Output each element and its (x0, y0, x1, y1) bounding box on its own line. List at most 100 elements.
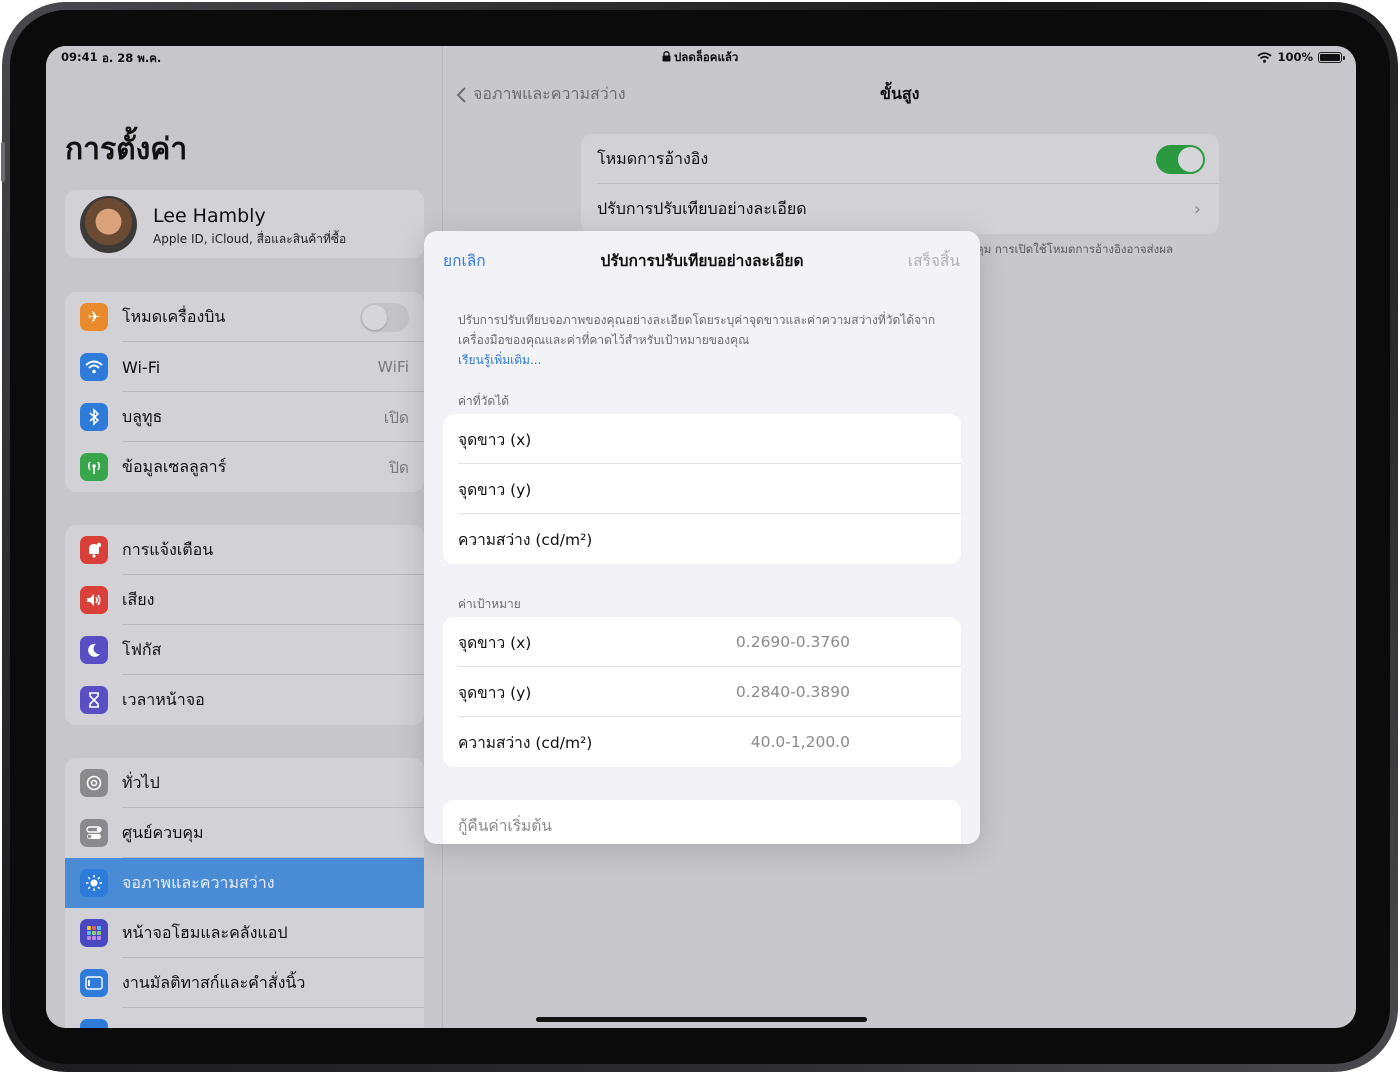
sidebar-item-sounds[interactable]: เสียง (65, 575, 424, 625)
footnote: คุม การเปิดใช้โหมดการอ้างอิงอาจส่งผล (976, 242, 1174, 256)
wifi-value: WiFi (377, 358, 409, 376)
chevron-right-icon: › (1193, 198, 1201, 220)
lock-text: ปลดล็อคแล้ว (674, 50, 739, 64)
wifi-icon (80, 353, 108, 381)
avatar (80, 196, 137, 253)
field-label: จุดขาว (x) (458, 633, 532, 652)
screen: การตั้งค่า Lee Hambly Apple ID, iCloud, … (46, 46, 1356, 1028)
fine-tune-label: ปรับการปรับเทียบอย่างละเอียด (597, 198, 807, 218)
wifi-status-icon (1257, 51, 1273, 63)
general-group: ทั่วไป ศูนย์ควบคุม จอภาพและความสว่าง หน้… (65, 758, 424, 1028)
sidebar-item-notifications[interactable]: การแจ้งเตือน (65, 525, 424, 575)
reference-mode-toggle[interactable] (1156, 144, 1205, 174)
reference-mode-label: โหมดการอ้างอิง (597, 148, 709, 168)
reset-defaults-button[interactable]: กู้คืนค่าเริ่มต้น (443, 800, 961, 844)
sidebar-item-display-brightness[interactable]: จอภาพและความสว่าง (65, 858, 424, 908)
cellular-value: ปิด (389, 458, 409, 477)
hourglass-icon (80, 686, 108, 714)
cancel-button[interactable]: ยกเลิก (443, 248, 486, 273)
field-label: จุดขาว (y) (458, 683, 532, 702)
fine-tune-calibration-row[interactable]: ปรับการปรับเทียบอย่างละเอียด › (581, 184, 1219, 234)
settings-sidebar: การตั้งค่า Lee Hambly Apple ID, iCloud, … (46, 46, 443, 1028)
sidebar-item-label: ข้อมูลเซลลูลาร์ (122, 456, 227, 476)
reference-mode-row: โหมดการอ้างอิง (581, 134, 1219, 184)
airplane-mode-toggle[interactable] (360, 302, 409, 332)
notifications-group: การแจ้งเตือน เสียง โฟกัส เวลาหน้าจอ (65, 525, 424, 725)
advanced-settings-group: โหมดการอ้างอิง ปรับการปรับเทียบอย่างละเอ… (581, 134, 1219, 234)
switches-icon (80, 819, 108, 847)
page-title: ขั้นสูง (880, 84, 920, 103)
sidebar-item-label: บลูทูธ (122, 406, 163, 426)
sidebar-item-airplane-mode[interactable]: ✈ โหมดเครื่องบิน (65, 292, 424, 342)
sidebar-item-partial[interactable] (65, 1008, 424, 1028)
field-label: จุดขาว (x) (458, 430, 532, 449)
moon-icon (80, 636, 108, 664)
profile-subtitle: Apple ID, iCloud, สื่อและสินค้าที่ซื้อ (153, 232, 347, 246)
field-value: 0.2840-0.3890 (735, 683, 850, 701)
lock-icon (662, 51, 671, 62)
measured-values-group: จุดขาว (x) จุดขาว (y) ความสว่าง (cd/m²) (443, 414, 961, 564)
sidebar-item-label: การแจ้งเตือน (122, 539, 214, 559)
measured-header: ค่าที่วัดได้ (458, 394, 510, 408)
sidebar-item-home-screen[interactable]: หน้าจอโฮมและคลังแอป (65, 908, 424, 958)
sidebar-item-label: งานมัลติทาสก์และคำสั่งนิ้ว (122, 972, 306, 992)
sidebar-item-label: โหมดเครื่องบิน (122, 306, 226, 326)
target-white-point-x-field[interactable]: จุดขาว (x) 0.2690-0.3760 (443, 617, 961, 667)
learn-more-link[interactable]: เรียนรู้เพิ่มเติม... (458, 350, 958, 370)
grid-icon (80, 919, 108, 947)
sidebar-item-label: Wi-Fi (122, 357, 161, 377)
status-time: 09:41 (61, 50, 98, 64)
bell-icon (80, 536, 108, 564)
sidebar-item-label: หน้าจอโฮมและคลังแอป (122, 922, 288, 942)
sidebar-item-general[interactable]: ทั่วไป (65, 758, 424, 808)
status-right: 100% (1257, 50, 1345, 64)
bluetooth-icon (80, 403, 108, 431)
sidebar-item-label: ทั่วไป (122, 772, 160, 792)
sidebar-item-label: เวลาหน้าจอ (122, 689, 205, 709)
multitask-icon (80, 969, 108, 997)
sidebar-item-control-center[interactable]: ศูนย์ควบคุม (65, 808, 424, 858)
sidebar-item-wifi[interactable]: Wi-Fi WiFi (65, 342, 424, 392)
sidebar-item-bluetooth[interactable]: บลูทูธ เปิด (65, 392, 424, 442)
battery-icon (1318, 51, 1345, 63)
sidebar-item-screen-time[interactable]: เวลาหน้าจอ (65, 675, 424, 725)
cellular-icon (80, 453, 108, 481)
field-label: ความสว่าง (cd/m²) (458, 733, 593, 752)
field-label: ความสว่าง (cd/m²) (458, 530, 593, 549)
sidebar-item-focus[interactable]: โฟกัส (65, 625, 424, 675)
sidebar-item-multitasking[interactable]: งานมัลติทาสก์และคำสั่งนิ้ว (65, 958, 424, 1008)
field-value: 0.2690-0.3760 (735, 633, 850, 651)
field-label: จุดขาว (y) (458, 480, 532, 499)
sidebar-item-cellular[interactable]: ข้อมูลเซลลูลาร์ ปิด (65, 442, 424, 492)
sidebar-title: การตั้งค่า (65, 132, 188, 167)
reset-group: กู้คืนค่าเริ่มต้น (443, 800, 961, 844)
sun-icon (80, 869, 108, 897)
sidebar-item-label: ศูนย์ควบคุม (122, 822, 204, 842)
accessibility-icon (80, 1019, 108, 1028)
measured-white-point-y-field[interactable]: จุดขาว (y) (443, 464, 961, 514)
done-button[interactable]: เสร็จสิ้น (908, 248, 960, 273)
target-luminance-field[interactable]: ความสว่าง (cd/m²) 40.0-1,200.0 (443, 717, 961, 767)
battery-percent: 100% (1277, 50, 1313, 64)
home-indicator[interactable] (536, 1017, 867, 1022)
measured-luminance-field[interactable]: ความสว่าง (cd/m²) (443, 514, 961, 564)
target-white-point-y-field[interactable]: จุดขาว (y) 0.2840-0.3890 (443, 667, 961, 717)
bluetooth-value: เปิด (383, 408, 409, 427)
profile-card[interactable]: Lee Hambly Apple ID, iCloud, สื่อและสินค… (65, 190, 424, 258)
target-header: ค่าเป้าหมาย (458, 597, 521, 611)
unlock-indicator: ปลดล็อคแล้ว (662, 49, 738, 67)
speaker-icon (80, 586, 108, 614)
back-button[interactable]: จอภาพและความสว่าง (456, 82, 626, 107)
sheet-description: ปรับการปรับเทียบจอภาพของคุณอย่างละเอียดโ… (458, 310, 958, 370)
connectivity-group: ✈ โหมดเครื่องบิน Wi-Fi WiFi บลูทูธ เปิด (65, 292, 424, 492)
target-values-group: จุดขาว (x) 0.2690-0.3760 จุดขาว (y) 0.28… (443, 617, 961, 767)
description-text: ปรับการปรับเทียบจอภาพของคุณอย่างละเอียดโ… (458, 313, 936, 347)
status-bar: 09:41 อ. 28 พ.ค. ปลดล็อคแล้ว 100% (46, 46, 1356, 68)
measured-white-point-x-field[interactable]: จุดขาว (x) (443, 414, 961, 464)
chevron-left-icon (456, 86, 466, 103)
sheet-title: ปรับการปรับเทียบอย่างละเอียด (600, 252, 804, 270)
gear-icon (80, 769, 108, 797)
back-label: จอภาพและความสว่าง (473, 84, 626, 103)
sidebar-item-label: เสียง (122, 589, 155, 609)
field-value: 40.0-1,200.0 (750, 733, 850, 751)
